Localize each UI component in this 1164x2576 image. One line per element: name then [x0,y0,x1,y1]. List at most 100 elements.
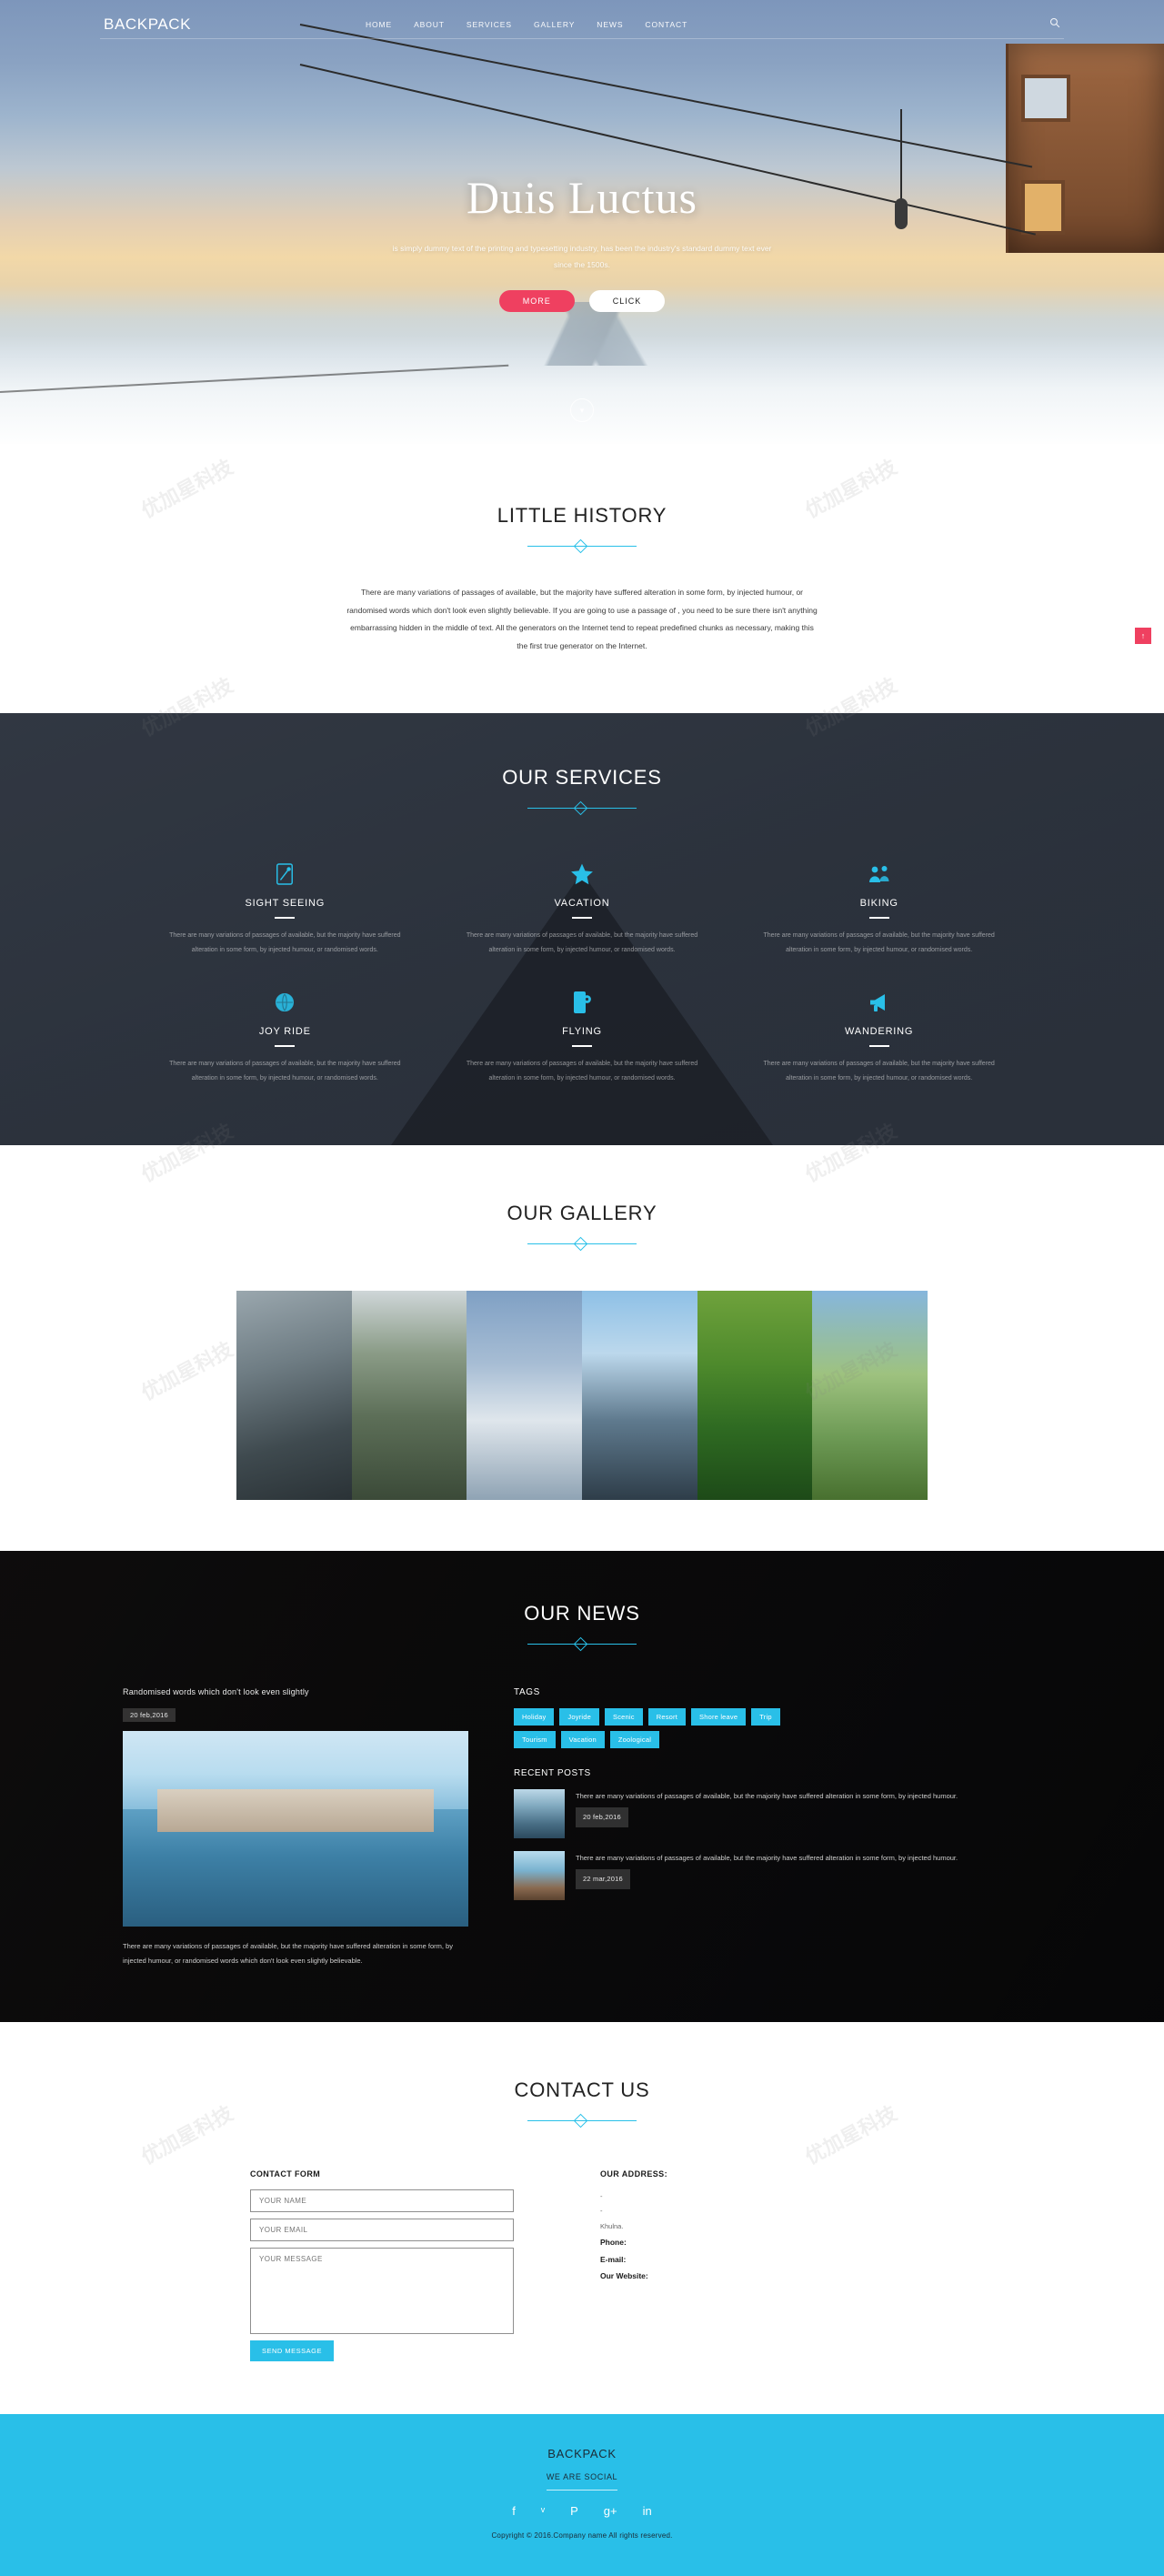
gallery-image-4[interactable] [581,1290,697,1500]
tag-joyride[interactable]: Joyride [559,1707,599,1726]
contact-section: CONTACT US CONTACT FORM SEND MESSAGE OUR… [0,2021,1164,2414]
email-input[interactable] [250,2218,514,2241]
gallery-image-3[interactable] [467,1290,582,1500]
name-input[interactable] [250,2189,514,2212]
tags-heading: TAGS [514,1686,540,1697]
service-title: FLYING [562,1026,602,1038]
users-icon [756,862,1002,886]
address-line-1: - [600,2191,603,2200]
tag-vacation[interactable]: Vacation [560,1730,605,1748]
service-card-wandering[interactable]: WANDERING There are many variations of p… [730,991,1028,1086]
service-title: WANDERING [845,1026,914,1038]
service-card-biking[interactable]: BIKING There are many variations of pass… [730,862,1028,958]
service-text: There are many variations of passages of… [169,932,401,954]
pinterest-icon[interactable]: P [570,2505,578,2517]
recent-post-thumbnail [514,1788,565,1838]
service-underline [868,917,889,920]
tag-tourism[interactable]: Tourism [514,1730,556,1748]
chevron-down-icon: ▾ [579,405,585,415]
service-card-vacation[interactable]: VACATION There are many variations of pa… [434,862,731,958]
nav-item-about[interactable]: ABOUT [414,20,445,29]
service-title: VACATION [554,898,610,910]
post-title[interactable]: Randomised words which don't look even s… [123,1687,468,1696]
service-title: BIKING [859,898,898,910]
gallery-grid [236,1290,928,1500]
copyright-text: Copyright © 2016.Company name All rights… [491,2531,673,2540]
recent-post-item[interactable]: There are many variations of passages of… [514,1788,1041,1838]
tag-resort[interactable]: Resort [647,1707,687,1726]
address-line-2: - [600,2207,603,2216]
globe-icon [162,991,408,1014]
gallery-image-2[interactable] [351,1290,467,1500]
service-card-flying[interactable]: FLYING There are many variations of pass… [434,991,731,1086]
section-divider [527,1636,637,1651]
nav-item-services[interactable]: SERVICES [467,20,512,29]
service-text: There are many variations of passages of… [169,1061,401,1082]
footer-social-heading: WE ARE SOCIAL [546,2472,618,2490]
click-button[interactable]: CLICK [588,289,666,312]
main-nav: HOME ABOUT SERVICES GALLERY NEWS CONTACT [366,20,1049,29]
service-text: There are many variations of passages of… [466,932,698,954]
tag-trip[interactable]: Trip [751,1707,780,1726]
service-title: JOY RIDE [258,1026,311,1038]
service-underline [571,917,592,920]
news-main-post: Randomised words which don't look even s… [123,1687,468,1969]
linkedin-icon[interactable]: in [643,2505,652,2517]
contact-form-heading: CONTACT FORM [250,2168,321,2179]
nav-item-gallery[interactable]: GALLERY [534,20,575,29]
section-divider [527,1236,637,1251]
nav-item-home[interactable]: HOME [366,20,392,29]
megaphone-icon [756,991,1002,1014]
gallery-image-1[interactable] [236,1290,352,1500]
news-section: OUR NEWS Randomised words which don't lo… [0,1551,1164,2022]
search-icon[interactable] [1049,16,1060,33]
post-body: There are many variations of passages of… [123,1941,453,1966]
recent-post-item[interactable]: There are many variations of passages of… [514,1850,1041,1900]
social-links: f ᵛ P g+ in [0,2505,1164,2517]
footer-brand: BACKPACK [547,2446,617,2460]
gallery-image-5[interactable] [697,1290,813,1500]
star-icon [459,862,706,886]
mobile-settings-icon [459,991,706,1014]
recent-post-thumbnail [514,1850,565,1900]
service-title: SIGHT SEEING [245,898,326,910]
hero-subtitle: is simply dummy text of the printing and… [392,244,772,270]
tag-scenic[interactable]: Scenic [605,1707,643,1726]
service-underline [275,1045,296,1048]
facebook-icon[interactable]: f [512,2505,516,2517]
service-underline [868,1045,889,1048]
history-body: There are many variations of passages of… [346,588,818,650]
recent-post-text: There are many variations of passages of… [576,1853,958,1862]
hero-section: BACKPACK HOME ABOUT SERVICES GALLERY NEW… [0,0,1164,444]
address-heading: OUR ADDRESS: [600,2168,667,2179]
news-title: OUR NEWS [524,1601,640,1625]
service-card-sight-seeing[interactable]: SIGHT SEEING There are many variations o… [136,862,434,958]
google-plus-icon[interactable]: g+ [604,2505,617,2517]
compass-icon [162,862,408,886]
recent-post-date: 22 mar,2016 [576,1868,630,1889]
contact-form-column: CONTACT FORM SEND MESSAGE [250,2169,564,2361]
services-grid: SIGHT SEEING There are many variations o… [136,862,1028,1086]
hero-buttons: MORE CLICK [498,289,666,312]
message-input[interactable] [250,2247,514,2334]
site-brand[interactable]: BACKPACK [104,15,304,34]
arrow-up-icon: ↑ [1140,630,1146,640]
tag-list: Holiday Joyride Scenic Resort Shore leav… [514,1707,805,1748]
send-message-button[interactable]: SEND MESSAGE [250,2340,335,2361]
gallery-image-6[interactable] [812,1290,928,1500]
scroll-down-button[interactable]: ▾ [570,398,594,422]
service-underline [571,1045,592,1048]
tag-zoological[interactable]: Zoological [609,1730,660,1748]
tag-shore-leave[interactable]: Shore leave [691,1707,747,1726]
more-button[interactable]: MORE [498,289,575,312]
section-divider [527,2113,637,2128]
recent-post-date: 20 feb,2016 [576,1806,628,1827]
scroll-to-top-button[interactable]: ↑ [1135,628,1151,644]
twitter-icon[interactable]: ᵛ [541,2505,545,2517]
tag-holiday[interactable]: Holiday [514,1707,555,1726]
service-text: There are many variations of passages of… [763,932,995,954]
nav-item-contact[interactable]: CONTACT [645,20,687,29]
service-card-joy-ride[interactable]: JOY RIDE There are many variations of pa… [136,991,434,1086]
service-text: There are many variations of passages of… [466,1061,698,1082]
nav-item-news[interactable]: NEWS [597,20,623,29]
